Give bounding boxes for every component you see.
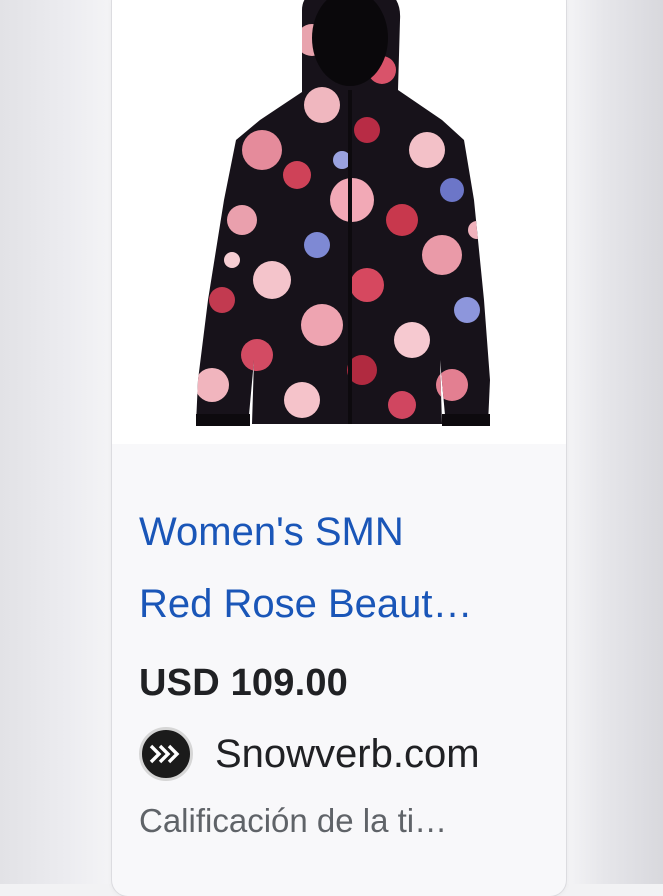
seller-name: Snowverb.com — [215, 731, 480, 776]
product-image[interactable] — [112, 0, 566, 444]
product-price: USD 109.00 — [139, 662, 349, 704]
product-title-line-1: Women's SMN — [139, 510, 404, 554]
store-rating-text: Calificación de la ti… — [139, 802, 448, 839]
product-title-link[interactable]: Women's SMN Red Rose Beaut… — [139, 496, 549, 640]
jacket-image — [196, 0, 490, 426]
product-title-line-2: Red Rose Beaut… — [139, 582, 473, 626]
seller-row[interactable]: Snowverb.com — [139, 726, 480, 782]
background-right — [566, 0, 663, 884]
seller-logo — [139, 727, 193, 781]
chevrons-right-icon — [149, 744, 180, 764]
product-card[interactable]: Women's SMN Red Rose Beaut… USD 109.00 S… — [112, 0, 566, 896]
background-left — [0, 0, 112, 884]
